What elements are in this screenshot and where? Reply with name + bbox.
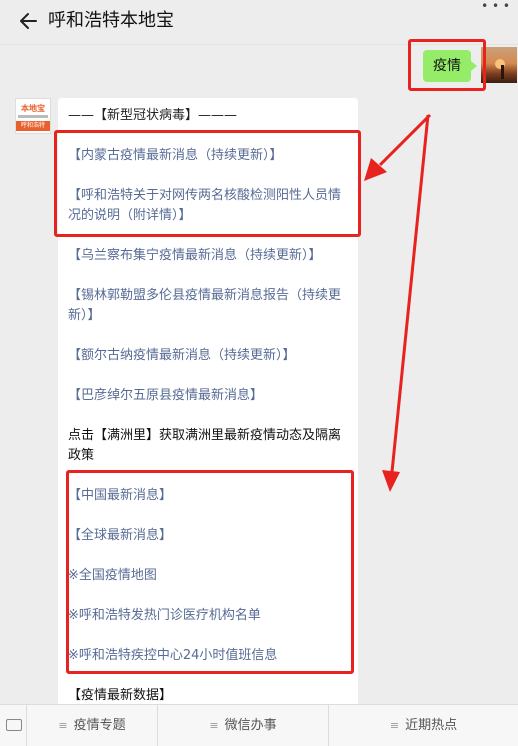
arrow-left-icon[interactable] <box>18 10 38 32</box>
menu-glyph-icon: ≡ <box>209 719 219 732</box>
avatar-logo-divider <box>18 115 48 118</box>
manzhouli-note: 点击【满洲里】获取满洲里最新疫情动态及隔离政策 <box>68 428 342 463</box>
arrow-head <box>364 158 387 181</box>
menu-tab-label: 疫情专题 <box>73 718 126 733</box>
highlight-box-query <box>408 39 486 91</box>
menu-tab-label: 微信办事 <box>224 718 277 733</box>
arrow-head <box>382 470 400 492</box>
avatar-logo-city: 呼和浩特 <box>16 121 50 131</box>
menu-tab-label: 近期热点 <box>405 718 458 733</box>
arrow-to-bottom-links <box>390 114 430 473</box>
keyboard-icon[interactable] <box>0 705 27 746</box>
menu-glyph-icon: ≡ <box>389 719 400 732</box>
highlight-box-bottom-links <box>66 470 354 674</box>
news-link[interactable]: 【巴彦绰尔五原县疫情最新消息】 <box>68 386 353 406</box>
arrow-to-top-links <box>378 113 432 167</box>
data-heading: 【疫情最新数据】 <box>68 688 173 703</box>
menu-tab-hot[interactable]: ≡ 近期热点 <box>329 705 518 746</box>
menu-tab-services[interactable]: ≡ 微信办事 <box>158 705 329 746</box>
account-avatar[interactable]: 本地宝 呼和浩特 <box>15 98 51 134</box>
news-link[interactable]: 【额尔古纳疫情最新消息（持续更新）】 <box>68 346 353 366</box>
news-link[interactable]: 【锡林郭勒盟多伦县疫情最新消息报告（持续更新）】 <box>68 286 353 326</box>
avatar-logo-text: 本地宝 <box>21 104 45 113</box>
section-heading: ——【新型冠状病毒】——— <box>68 108 238 123</box>
news-link[interactable]: 【乌兰察布集宁疫情最新消息（持续更新）】 <box>68 246 353 266</box>
highlight-box-top-links <box>54 130 361 237</box>
bottom-menu-bar: ≡ 疫情专题 ≡ 微信办事 ≡ 近期热点 <box>0 704 518 746</box>
more-dots-icon[interactable]: • • • <box>481 0 510 12</box>
user-avatar[interactable] <box>481 47 517 83</box>
menu-tab-epidemic[interactable]: ≡ 疫情专题 <box>27 705 158 746</box>
menu-glyph-icon: ≡ <box>58 719 68 732</box>
chat-title: 呼和浩特本地宝 <box>48 10 174 31</box>
silhouette-figure <box>501 65 504 79</box>
